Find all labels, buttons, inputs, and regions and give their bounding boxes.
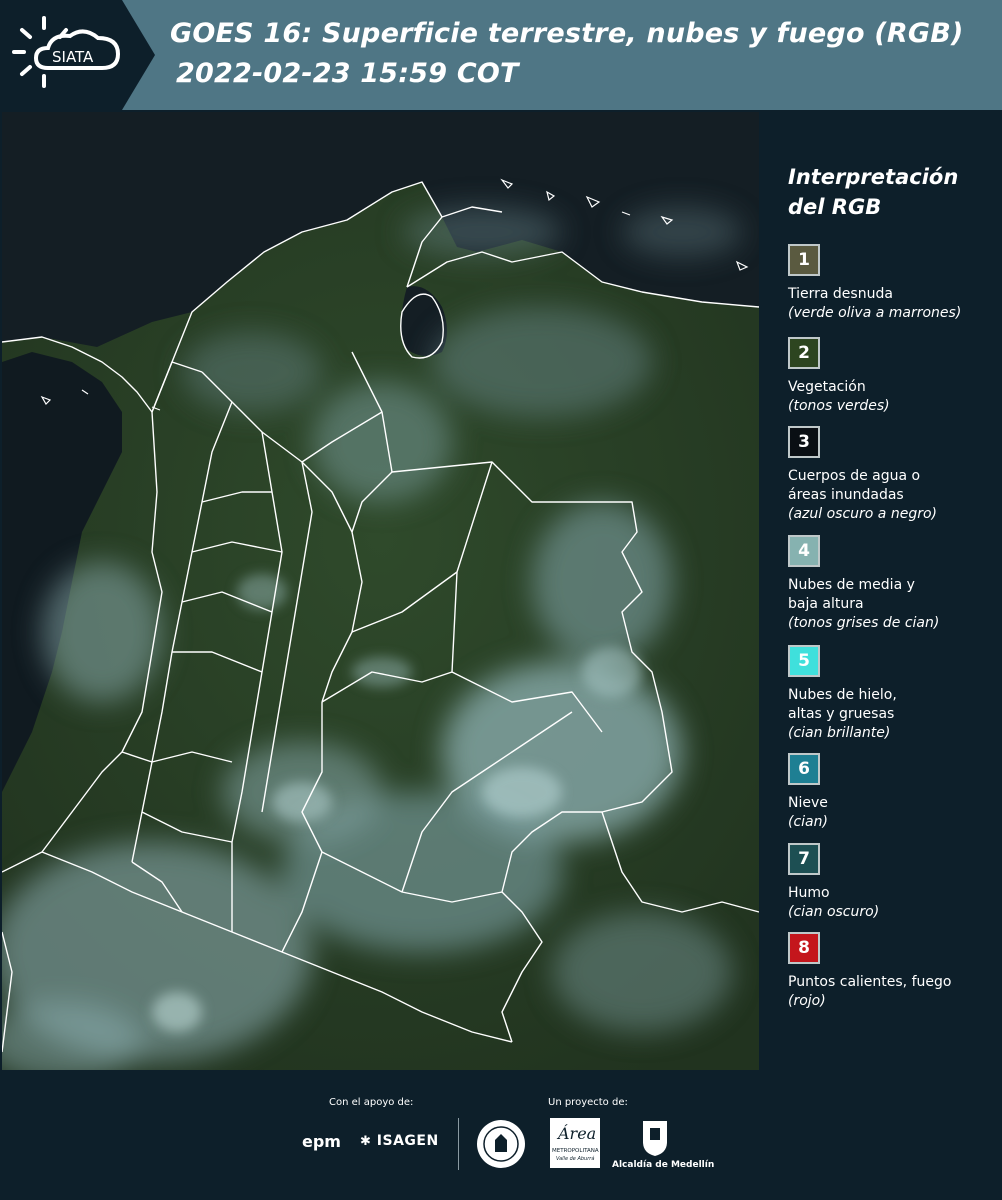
legend-number: 8 [798, 938, 810, 958]
legend-item-ice-clouds: 5 Nubes de hielo, altas y gruesas (cian … [788, 645, 998, 743]
legend-description: (tonos verdes) [788, 398, 890, 414]
legend-description: (cian) [788, 814, 828, 830]
legend-label: Nieve [788, 795, 828, 811]
legend-description: (azul oscuro a negro) [788, 506, 937, 522]
legend-swatch: 2 [788, 337, 820, 369]
isagen-mark-icon: ✱ [360, 1134, 372, 1149]
legend-item-low-clouds: 4 Nubes de media y baja altura (tonos gr… [788, 535, 998, 633]
legend-swatch: 4 [788, 535, 820, 567]
alcaldia-text[interactable]: Alcaldía de Medellín [612, 1160, 714, 1170]
legend-swatch: 8 [788, 932, 820, 964]
logo-text: SIATA [52, 48, 94, 66]
legend-number: 2 [798, 343, 810, 363]
legend-description: (tonos grises de cian) [788, 615, 940, 631]
map-canvas [2, 112, 759, 1070]
legend-swatch: 6 [788, 753, 820, 785]
legend-number: 1 [798, 250, 810, 270]
legend-description: (cian brillante) [788, 725, 891, 741]
alcaldia-shield-icon [643, 1121, 667, 1156]
legend-swatch: 3 [788, 426, 820, 458]
legend-number: 7 [798, 849, 810, 869]
legend-number: 3 [798, 432, 810, 452]
legend-label: Tierra desnuda [788, 286, 893, 302]
metropolitana-text: METROPOLITANA [552, 1148, 599, 1154]
legend-swatch: 1 [788, 244, 820, 276]
legend-number: 4 [798, 541, 810, 561]
legend-description: (cian oscuro) [788, 904, 880, 920]
header: SIATA GOES 16: Superficie terrestre, nub… [0, 0, 1002, 110]
medellin-seal-icon[interactable] [475, 1118, 527, 1170]
legend-label: Vegetación [788, 379, 866, 395]
page-datetime: 2022-02-23 15:59 COT [176, 58, 519, 89]
page-title: GOES 16: Superficie terrestre, nubes y f… [170, 18, 964, 49]
legend-item-fire: 8 Puntos calientes, fuego (rojo) [788, 932, 998, 1011]
legend-title: Interpretación del RGB [788, 165, 959, 219]
legend-item-smoke: 7 Humo (cian oscuro) [788, 843, 998, 922]
legend-swatch: 7 [788, 843, 820, 875]
legend-item-vegetation: 2 Vegetación (tonos verdes) [788, 337, 998, 416]
legend-description: (verde oliva a marrones) [788, 305, 962, 321]
footer: Con el apoyo de: Un proyecto de: epm ✱ I… [0, 1070, 1002, 1200]
support-label: Con el apoyo de: [329, 1097, 414, 1108]
legend-swatch: 5 [788, 645, 820, 677]
legend-item-water: 3 Cuerpos de agua o áreas inundadas (azu… [788, 426, 998, 524]
legend-description: (rojo) [788, 993, 826, 1009]
legend-item-bare-soil: 1 Tierra desnuda (verde oliva a marrones… [788, 244, 998, 323]
legend-label: Nubes de media y baja altura [788, 577, 915, 612]
legend-label: Puntos calientes, fuego [788, 974, 952, 990]
project-label: Un proyecto de: [548, 1097, 628, 1108]
satellite-map[interactable] [2, 112, 759, 1070]
legend-label: Cuerpos de agua o áreas inundadas [788, 468, 921, 503]
legend-number: 5 [798, 651, 810, 671]
valle-text: Valle de Aburrá [556, 1156, 595, 1162]
siata-logo[interactable]: SIATA [0, 0, 155, 110]
legend-number: 6 [798, 759, 810, 779]
logo-panel-shape: SIATA [0, 0, 155, 110]
epm-logo[interactable]: epm [302, 1132, 341, 1151]
legend-label: Nubes de hielo, altas y gruesas [788, 687, 897, 722]
isagen-logo[interactable]: ✱ ISAGEN [360, 1133, 439, 1149]
legend-label: Humo [788, 885, 830, 901]
legend-item-snow: 6 Nieve (cian) [788, 753, 998, 832]
area-text: Área [558, 1124, 597, 1143]
footer-divider [458, 1118, 459, 1170]
epm-text: epm [302, 1132, 341, 1151]
area-metropolitana-logo[interactable]: Área METROPOLITANA Valle de Aburrá [550, 1118, 600, 1168]
legend-panel: Interpretación del RGB 1 Tierra desnuda … [770, 112, 1002, 1070]
isagen-text: ISAGEN [376, 1133, 439, 1149]
